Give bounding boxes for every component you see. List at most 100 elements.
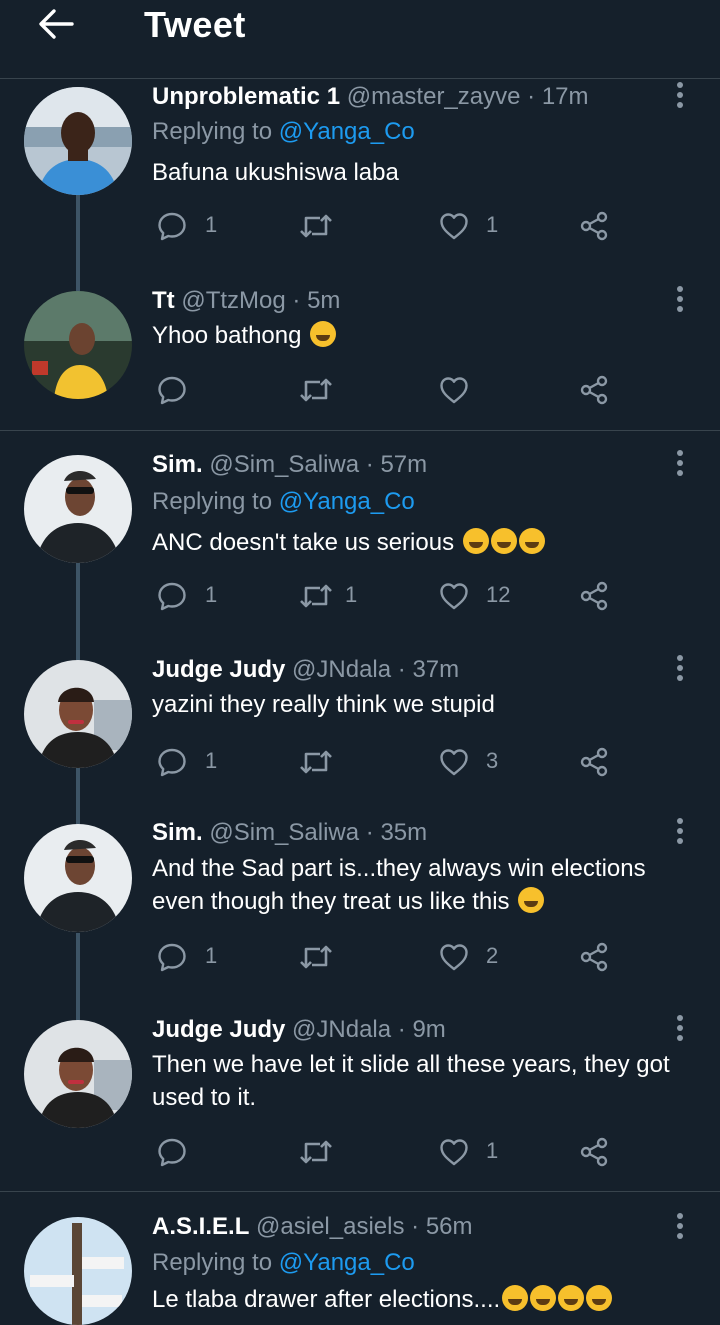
author-handle[interactable]: @JNdala (292, 656, 391, 683)
like-button[interactable] (438, 370, 478, 410)
avatar[interactable] (24, 87, 132, 195)
more-vertical-icon[interactable] (672, 81, 688, 111)
like-button[interactable]: 2 (438, 937, 518, 977)
timestamp[interactable]: 56m (426, 1213, 473, 1240)
rofl-emoji (490, 528, 517, 554)
retweet-button[interactable] (298, 206, 368, 246)
replying-to: Replying to @Yanga_Co (152, 486, 415, 518)
author-name[interactable]: Sim. (152, 451, 203, 478)
reply-button[interactable] (156, 370, 196, 410)
like-button[interactable]: 12 (438, 576, 528, 616)
like-button[interactable]: 3 (438, 742, 518, 782)
more-vertical-icon[interactable] (672, 449, 688, 479)
timestamp[interactable]: 17m (542, 83, 589, 110)
more-vertical-icon[interactable] (672, 285, 688, 315)
separator-dot: · (292, 287, 301, 314)
heart-icon (438, 580, 470, 612)
retweet-button[interactable] (298, 937, 338, 977)
reply-count: 1 (205, 212, 218, 237)
avatar[interactable] (24, 1217, 132, 1325)
reply-icon (156, 941, 188, 973)
replying-to-mention[interactable]: @Yanga_Co (279, 488, 415, 515)
more-vertical-icon[interactable] (672, 1212, 688, 1242)
timestamp[interactable]: 5m (307, 287, 340, 314)
avatar[interactable] (24, 660, 132, 768)
replying-to-mention[interactable]: @Yanga_Co (279, 118, 415, 145)
author-handle[interactable]: @JNdala (292, 1016, 391, 1043)
retweet-icon (298, 1136, 334, 1168)
author-name[interactable]: Sim. (152, 819, 203, 846)
retweet-button[interactable] (298, 1132, 338, 1172)
retweet-icon (298, 374, 334, 406)
tweet-text: Bafuna ukushiswa laba (152, 159, 399, 186)
share-button[interactable] (578, 1132, 612, 1172)
rofl-emoji (310, 321, 337, 347)
tweet-text-line-1: And the Sad part is...they always win el… (152, 855, 646, 882)
more-vertical-icon[interactable] (672, 654, 688, 684)
replying-to-mention[interactable]: @Yanga_Co (279, 1249, 415, 1276)
tweet[interactable]: Judge Judy @JNdala · 37m yazini they rea… (0, 654, 720, 826)
share-button[interactable] (578, 742, 612, 782)
author-name[interactable]: Unproblematic 1 (152, 83, 340, 110)
more-vertical-icon[interactable] (672, 817, 688, 847)
avatar[interactable] (24, 1020, 132, 1128)
tweet-actions: 1 (152, 1132, 622, 1172)
retweet-button[interactable] (298, 370, 338, 410)
avatar[interactable] (24, 455, 132, 563)
like-count: 1 (486, 1138, 499, 1163)
arrow-left-icon (39, 9, 74, 39)
timestamp[interactable]: 37m (412, 656, 459, 683)
retweet-icon (298, 941, 334, 973)
tweet[interactable]: Tt @TtzMog · 5m Yhoo bathong (0, 279, 720, 429)
avatar[interactable] (24, 824, 132, 932)
author-handle[interactable]: @TtzMog (181, 287, 285, 314)
retweet-button[interactable]: 1 (298, 576, 368, 616)
author-name[interactable]: Judge Judy (152, 656, 285, 683)
author-name[interactable]: Judge Judy (152, 1016, 285, 1043)
share-button[interactable] (578, 937, 612, 977)
divider (0, 1191, 720, 1192)
tweet[interactable]: Judge Judy @JNdala · 9m Then we have let… (0, 1014, 720, 1189)
share-button[interactable] (578, 576, 612, 616)
like-button[interactable]: 1 (438, 1132, 518, 1172)
divider (0, 430, 720, 431)
retweet-button[interactable] (298, 742, 338, 782)
share-icon (578, 374, 610, 406)
retweet-icon (298, 210, 334, 242)
share-button[interactable] (578, 206, 612, 246)
reply-icon (156, 746, 188, 778)
share-button[interactable] (578, 370, 612, 410)
timestamp[interactable]: 9m (412, 1016, 445, 1043)
retweet-icon (298, 746, 334, 778)
rofl-emoji (462, 528, 489, 554)
reply-button[interactable] (156, 1132, 196, 1172)
reply-count: 1 (205, 582, 218, 607)
retweet-count: 1 (345, 582, 358, 607)
tweet[interactable]: Sim. @Sim_Saliwa · 35m And the Sad part … (0, 817, 720, 1028)
avatar[interactable] (24, 291, 132, 399)
reply-button[interactable]: 1 (156, 206, 226, 246)
timestamp[interactable]: 35m (380, 819, 427, 846)
author-name[interactable]: Tt (152, 287, 175, 314)
author-handle[interactable]: @Sim_Saliwa (209, 451, 359, 478)
more-vertical-icon[interactable] (672, 1014, 688, 1044)
tweet[interactable]: Sim. @Sim_Saliwa · 57m Replying to @Yang… (0, 449, 720, 675)
author-name[interactable]: A.S.I.E.L (152, 1213, 249, 1240)
author-handle[interactable]: @Sim_Saliwa (209, 819, 359, 846)
tweet-text: Yhoo bathong (152, 322, 302, 349)
tweet-actions: 1 2 (152, 937, 622, 977)
tweet-text-line-1: Then we have let it slide all these year… (152, 1051, 670, 1078)
tweet[interactable]: Unproblematic 1 @master_zayve · 17m Repl… (0, 79, 720, 300)
timestamp[interactable]: 57m (380, 451, 427, 478)
back-button[interactable] (36, 6, 78, 42)
reply-button[interactable]: 1 (156, 576, 226, 616)
tweet[interactable]: A.S.I.E.L @asiel_asiels · 56m Replying t… (0, 1209, 720, 1325)
separator-dot: · (527, 83, 536, 110)
reply-button[interactable]: 1 (156, 937, 226, 977)
author-handle[interactable]: @master_zayve (347, 83, 521, 110)
reply-icon (156, 210, 188, 242)
reply-button[interactable]: 1 (156, 742, 226, 782)
like-button[interactable]: 1 (438, 206, 518, 246)
like-count: 1 (486, 212, 499, 237)
author-handle[interactable]: @asiel_asiels (256, 1213, 404, 1240)
